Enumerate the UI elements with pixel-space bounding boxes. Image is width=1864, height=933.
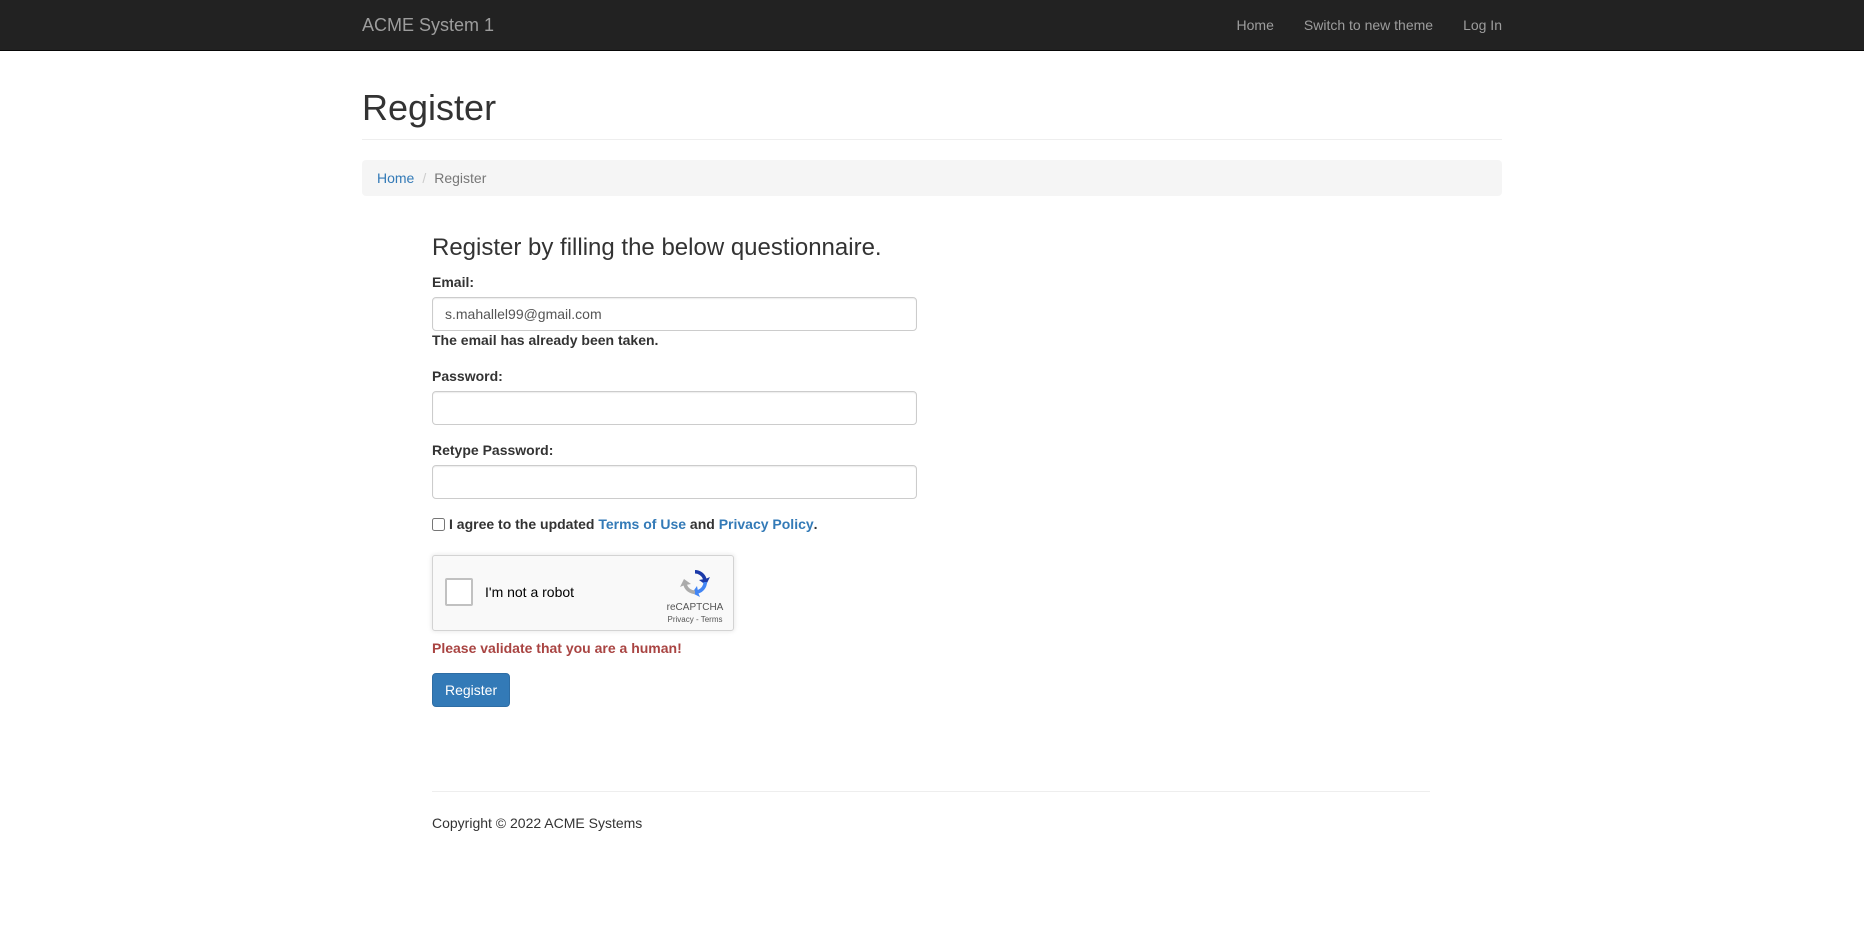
breadcrumb-separator: / (422, 170, 427, 186)
terms-of-use-link[interactable]: Terms of Use (598, 516, 686, 532)
top-navbar: ACME System 1 Home Switch to new theme L… (0, 0, 1864, 51)
recaptcha-label: I'm not a robot (485, 584, 575, 600)
nav-links: Home Switch to new theme Log In (1222, 0, 1502, 50)
recaptcha-links-separator: - (693, 615, 701, 624)
breadcrumb: Home / Register (362, 160, 1502, 196)
title-divider (362, 139, 1502, 140)
nav-home-link[interactable]: Home (1222, 0, 1289, 50)
recaptcha-links: Privacy - Terms (655, 615, 735, 625)
agree-prefix-text: I agree to the updated (449, 516, 595, 532)
footer-divider (432, 791, 1430, 792)
recaptcha-widget: I'm not a robot reCAPTCHA Privacy - Term… (432, 555, 734, 631)
password-field[interactable] (432, 391, 917, 425)
captcha-error-message: Please validate that you are a human! (432, 640, 682, 656)
recaptcha-privacy-link[interactable]: Privacy (668, 615, 694, 624)
retype-password-field[interactable] (432, 465, 917, 499)
privacy-policy-link[interactable]: Privacy Policy (719, 516, 814, 532)
recaptcha-brand: reCAPTCHA (666, 602, 724, 613)
brand-link[interactable]: ACME System 1 (362, 14, 494, 36)
agree-suffix-text: . (813, 516, 818, 532)
email-error-message: The email has already been taken. (432, 332, 659, 348)
recaptcha-logo-icon (680, 570, 710, 597)
password-label: Password: (432, 368, 503, 384)
nav-switch-theme-link[interactable]: Switch to new theme (1289, 0, 1448, 50)
register-button[interactable]: Register (432, 673, 511, 707)
breadcrumb-current: Register (434, 170, 487, 186)
recaptcha-terms-link[interactable]: Terms (701, 615, 723, 624)
form-heading: Register by filling the below questionna… (432, 234, 882, 261)
email-label: Email: (432, 274, 475, 290)
terms-checkbox[interactable] (432, 517, 445, 531)
terms-agreement: I agree to the updated Terms of Use and … (432, 514, 818, 534)
breadcrumb-home-link[interactable]: Home (377, 170, 414, 186)
nav-login-link[interactable]: Log In (1448, 0, 1502, 50)
email-field[interactable] (432, 297, 917, 331)
footer-copyright: Copyright © 2022 ACME Systems (432, 815, 643, 831)
recaptcha-checkbox[interactable] (445, 578, 473, 606)
page-title: Register (362, 87, 497, 128)
agree-and-text: and (689, 516, 715, 532)
retype-password-label: Retype Password: (432, 442, 554, 458)
